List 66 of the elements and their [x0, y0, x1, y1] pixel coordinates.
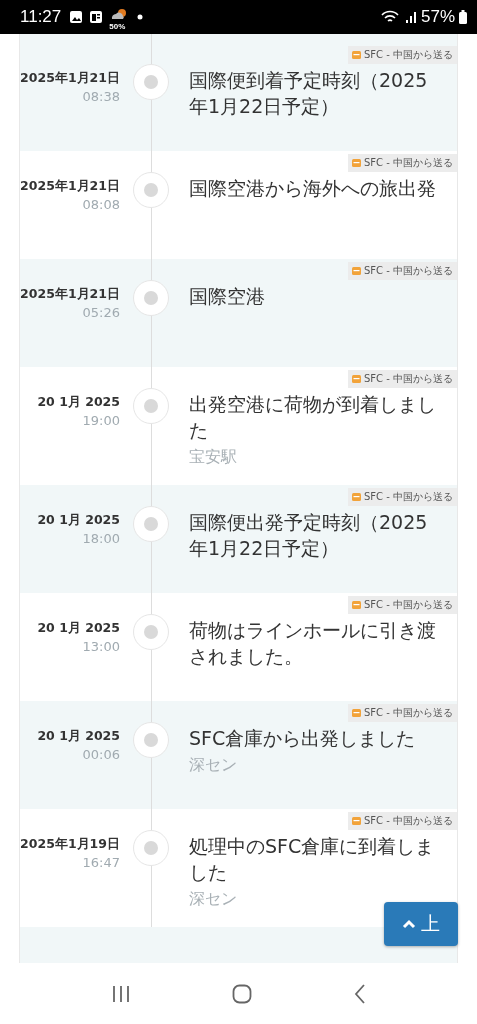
carrier-icon	[351, 709, 361, 717]
event-date: 20 1月 2025	[37, 393, 120, 411]
carrier-tag: SFC - 中国から送る	[347, 46, 457, 64]
chevron-up-icon	[402, 919, 416, 929]
event-date: 20 1月 2025	[37, 619, 120, 637]
scroll-top-button[interactable]: 上	[384, 902, 458, 946]
carrier-tag: SFC - 中国から送る	[347, 488, 457, 506]
event-date: 2025年1月19日	[20, 835, 120, 853]
weather-percent: 50%	[109, 22, 126, 31]
event-time: 16:47	[82, 854, 120, 872]
event-title: 出発空港に荷物が到着しました	[189, 392, 437, 443]
carrier-icon	[351, 817, 361, 825]
weather-icon	[110, 8, 129, 20]
timeline-node	[133, 722, 169, 758]
carrier-icon	[351, 601, 361, 609]
timeline-node	[133, 830, 169, 866]
carrier-tag: SFC - 中国から送る	[347, 370, 457, 388]
event-title: SFC倉庫から出発しました	[189, 726, 416, 751]
event-title: 処理中のSFC倉庫に到着しました	[189, 834, 436, 885]
event-title: 国際便出発予定時刻（2025年1月22日予定）	[189, 510, 429, 561]
event-title: 国際空港から海外への旅出発	[189, 176, 436, 201]
carrier-icon	[351, 375, 361, 383]
wifi-icon	[380, 10, 399, 24]
timeline-node	[133, 172, 169, 208]
news-icon	[89, 10, 104, 24]
event-date: 20 1月 2025	[37, 511, 120, 529]
timeline-node	[133, 388, 169, 424]
event-title: 国際空港	[189, 284, 265, 309]
event-location: 宝安駅	[189, 446, 237, 468]
event-time: 08:08	[82, 196, 120, 214]
back-icon[interactable]	[354, 983, 367, 1004]
home-icon[interactable]	[232, 983, 253, 1004]
timeline-node	[133, 614, 169, 650]
event-title: 国際便到着予定時刻（2025年1月22日予定）	[189, 68, 429, 119]
carrier-tag: SFC - 中国から送る	[347, 704, 457, 722]
event-location: 深セン	[189, 888, 237, 910]
carrier-icon	[351, 159, 361, 167]
carrier-icon	[351, 51, 361, 59]
event-date: 20 1月 2025	[37, 727, 120, 745]
event-time: 18:00	[82, 530, 120, 548]
event-date: 2025年1月21日	[20, 285, 120, 303]
carrier-tag: SFC - 中国から送る	[347, 812, 457, 830]
carrier-tag: SFC - 中国から送る	[347, 154, 457, 172]
signal-icon	[404, 10, 417, 24]
event-location: 深セン	[189, 754, 237, 776]
event-time: 08:38	[82, 88, 120, 106]
timeline-node	[133, 280, 169, 316]
battery-icon	[459, 10, 467, 24]
timeline-node	[133, 64, 169, 100]
image-icon	[69, 10, 84, 24]
event-time: 13:00	[82, 638, 120, 656]
event-date: 2025年1月21日	[20, 177, 120, 195]
battery-percent: 57%	[420, 7, 455, 27]
carrier-tag: SFC - 中国から送る	[347, 262, 457, 280]
carrier-icon	[351, 267, 361, 275]
event-date: 2025年1月21日	[20, 69, 120, 87]
carrier-tag: SFC - 中国から送る	[347, 596, 457, 614]
carrier-icon	[351, 493, 361, 501]
event-time: 05:26	[82, 304, 120, 322]
event-time: 00:06	[82, 746, 120, 764]
timeline-node	[133, 506, 169, 542]
clock-time: 11:27	[20, 7, 62, 27]
event-time: 19:00	[82, 412, 120, 430]
dot-icon	[137, 14, 144, 20]
recent-apps-icon[interactable]	[110, 984, 131, 1003]
event-title: 荷物はラインホールに引き渡されました。	[189, 618, 437, 669]
